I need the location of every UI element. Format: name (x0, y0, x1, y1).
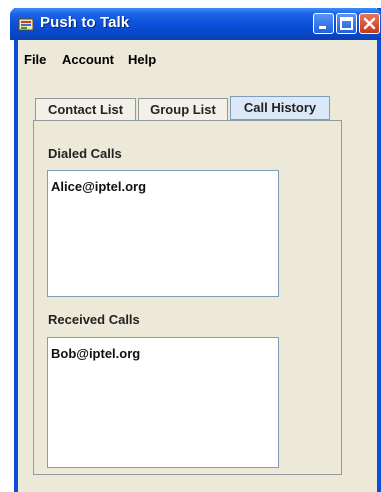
minimize-button[interactable] (313, 13, 334, 34)
list-item[interactable]: Alice@iptel.org (51, 179, 146, 194)
close-icon (363, 17, 376, 30)
menu-account[interactable]: Account (62, 52, 114, 67)
close-button[interactable] (359, 13, 380, 34)
list-item[interactable]: Bob@iptel.org (51, 346, 140, 361)
dialed-calls-label: Dialed Calls (48, 146, 122, 161)
tab-contact-list[interactable]: Contact List (35, 98, 136, 120)
tab-contact-list-label: Contact List (47, 102, 124, 117)
title-bar[interactable]: Push to Talk (10, 8, 381, 40)
tab-call-history-label: Call History (243, 100, 317, 115)
dialed-calls-list[interactable]: Alice@iptel.org (47, 170, 279, 297)
tab-group-list-label: Group List (150, 102, 216, 117)
app-icon (18, 18, 34, 31)
received-calls-list[interactable]: Bob@iptel.org (47, 337, 279, 468)
minimize-icon (319, 26, 326, 29)
received-calls-label: Received Calls (48, 312, 140, 327)
menu-help[interactable]: Help (128, 52, 156, 67)
menu-bar: File Account Help (18, 40, 373, 67)
window-title: Push to Talk (40, 14, 130, 31)
maximize-icon (340, 17, 353, 30)
menu-file[interactable]: File (24, 52, 46, 67)
tab-group-list[interactable]: Group List (138, 98, 228, 120)
maximize-button[interactable] (336, 13, 357, 34)
tab-call-history[interactable]: Call History (230, 96, 330, 120)
